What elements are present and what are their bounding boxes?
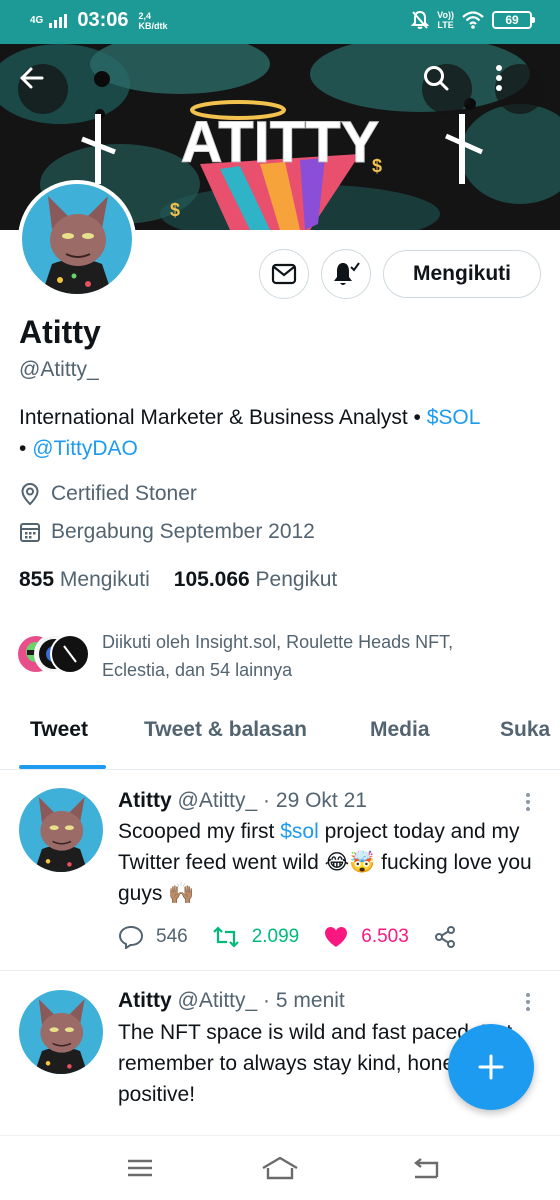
user-handle: @Atitty_ (19, 358, 99, 381)
followed-by-row[interactable]: Diikuti oleh Insight.sol, Roulette Heads… (16, 628, 522, 684)
following-button[interactable]: Mengikuti (383, 250, 541, 298)
menu-nav-button[interactable] (110, 1150, 170, 1186)
tab-tweet[interactable]: Tweet (30, 718, 88, 742)
tweet-header: Atitty @Atitty_ · 5 menit (118, 989, 345, 1012)
profile-bio: International Marketer & Business Analys… (19, 406, 481, 460)
reply-button[interactable]: 546 (118, 925, 188, 949)
heart-icon (325, 927, 348, 947)
retweet-count: 2.099 (251, 926, 300, 947)
like-button[interactable]: 6.503 (323, 925, 409, 949)
share-icon (434, 926, 455, 948)
profile-join-date: Bergabung September 2012 (19, 520, 315, 544)
network-type: 4G (30, 14, 44, 26)
cat-avatar-image (19, 990, 103, 1074)
search-icon (424, 66, 449, 91)
tab-likes[interactable]: Suka (500, 718, 550, 742)
status-bar: 4G 03:06 2,4 KB/dtk Vo)) LTE 69 (0, 0, 560, 44)
more-vertical-icon (496, 65, 502, 91)
tweet-more-button[interactable] (520, 790, 536, 814)
wifi-icon (462, 11, 484, 29)
tweet-text: Scooped my first $sol project today and … (118, 820, 532, 905)
back-nav-icon (414, 1158, 439, 1179)
following-stat[interactable]: 855 Mengikuti (19, 568, 150, 592)
tweet-author-handle: @Atitty_ (177, 789, 258, 812)
like-count: 6.503 (361, 926, 409, 947)
mute-icon (411, 10, 430, 29)
home-nav-button[interactable] (250, 1150, 310, 1186)
reply-count: 546 (156, 926, 188, 947)
back-nav-button[interactable] (396, 1150, 456, 1186)
display-name: Atitty (19, 314, 101, 350)
back-button[interactable] (18, 64, 68, 114)
tweet-author-handle: @Atitty_ (177, 989, 258, 1012)
bell-check-icon (334, 262, 360, 285)
message-button[interactable] (259, 249, 309, 299)
compose-tweet-button[interactable] (448, 1024, 534, 1110)
profile-tabs: Tweet Tweet & balasan Media Suka (0, 700, 560, 770)
location-pin-icon (21, 482, 39, 506)
arrow-left-icon (20, 67, 44, 89)
reply-icon (118, 925, 144, 949)
sol-cashtag-link[interactable]: $SOL (427, 406, 481, 429)
search-button[interactable] (422, 64, 472, 114)
tweet-header: Atitty @Atitty_ · 29 Okt 21 (118, 789, 367, 812)
cat-avatar-image (22, 184, 132, 294)
signal-icon (49, 13, 68, 28)
mutual-avatar (50, 634, 90, 674)
svg-text:$: $ (170, 200, 180, 220)
cat-avatar-image (19, 788, 103, 872)
active-tab-indicator (19, 765, 106, 769)
tweet-actions: 546 2.099 6.503 (118, 925, 481, 949)
clock: 03:06 (77, 9, 129, 31)
retweet-icon (212, 926, 239, 948)
home-icon (262, 1156, 298, 1180)
mail-icon (271, 263, 297, 285)
tittydao-mention-link[interactable]: @TittyDAO (32, 437, 138, 460)
tweet-avatar[interactable] (19, 990, 103, 1074)
followed-by-text: Diikuti oleh Insight.sol, Roulette Heads… (102, 632, 454, 680)
svg-text:$: $ (372, 156, 382, 176)
tweet-author-name[interactable]: Atitty (118, 789, 172, 812)
tweet-timestamp[interactable]: 29 Okt 21 (276, 789, 367, 812)
followers-stat[interactable]: 105.066 Pengikut (174, 568, 338, 592)
tweet-more-button[interactable] (520, 990, 536, 1014)
retweet-button[interactable]: 2.099 (212, 926, 300, 948)
tab-tweet-replies[interactable]: Tweet & balasan (144, 718, 307, 742)
tweet-timestamp[interactable]: 5 menit (276, 989, 345, 1012)
share-button[interactable] (433, 925, 457, 949)
notifications-button[interactable] (321, 249, 371, 299)
more-options-button[interactable] (495, 64, 545, 114)
system-nav-bar (0, 1135, 560, 1200)
menu-icon (128, 1159, 152, 1177)
plus-icon (478, 1054, 504, 1080)
banner-title: ATITTY (181, 110, 380, 175)
profile-avatar[interactable] (18, 180, 136, 298)
network-speed: 2,4 KB/dtk (138, 10, 168, 31)
calendar-icon (20, 523, 40, 542)
tweet-author-name[interactable]: Atitty (118, 989, 172, 1012)
mutual-avatars (16, 634, 92, 674)
profile-location: Certified Stoner (19, 482, 197, 506)
tab-media[interactable]: Media (370, 718, 430, 742)
follow-stats: 855 Mengikuti 105.066 Pengikut (19, 568, 337, 592)
tweet-divider (0, 970, 560, 971)
battery-icon: 69 (492, 11, 535, 29)
lte-indicator: Vo)) LTE (437, 10, 454, 30)
sol-cashtag-link[interactable]: $sol (280, 820, 319, 843)
tweet-avatar[interactable] (19, 788, 103, 872)
